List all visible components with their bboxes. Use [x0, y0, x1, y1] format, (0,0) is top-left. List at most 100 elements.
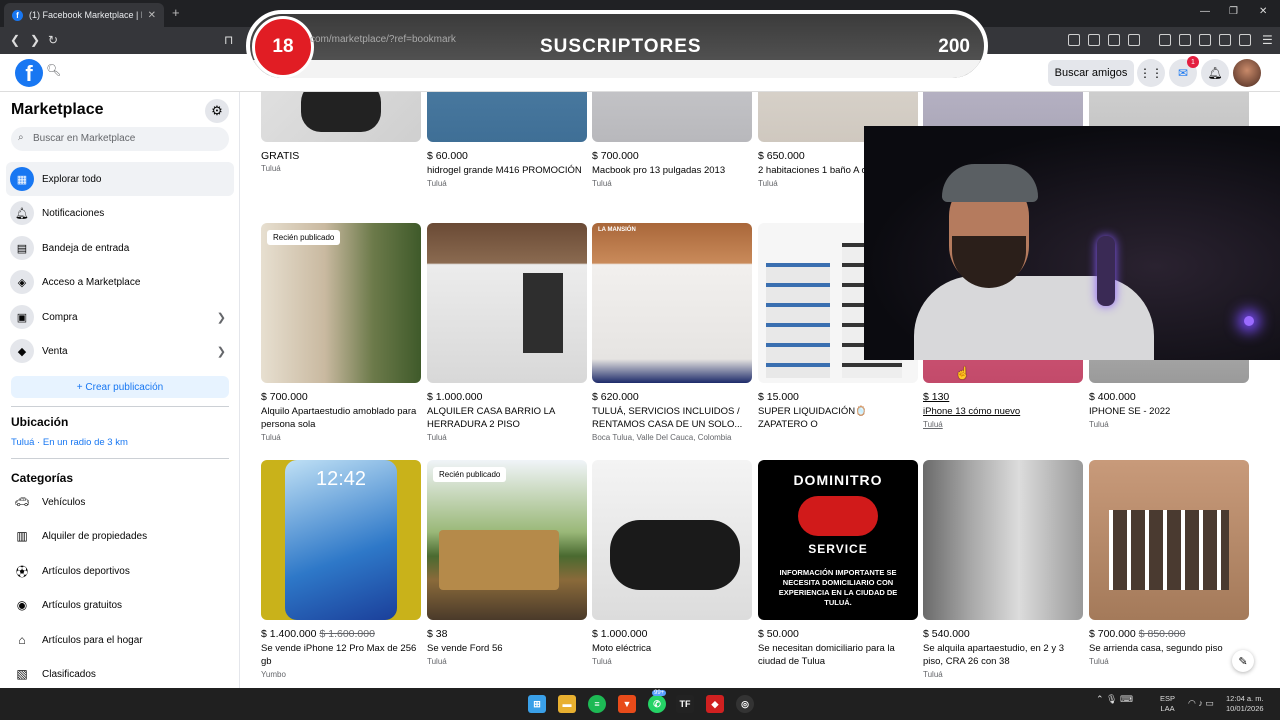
- bell-icon[interactable]: 🔔︎: [1201, 59, 1229, 87]
- listing-card[interactable]: $ 540.000 Se alquila apartaestudio, en 2…: [923, 460, 1083, 679]
- category-home[interactable]: ⌂ Artículos para el hogar: [6, 624, 234, 656]
- listing-title: SUPER LIQUIDACIÓN🪞 ZAPATERO O ORGANIZADO…: [758, 406, 867, 430]
- notice-text: INFORMACIÓN IMPORTANTE SE NECESITA DOMIC…: [778, 568, 898, 607]
- obs-icon[interactable]: ◎: [736, 695, 754, 713]
- wallet-icon[interactable]: [1199, 34, 1211, 46]
- back-icon[interactable]: ❮: [10, 33, 20, 47]
- divider: [11, 406, 229, 407]
- listing-card[interactable]: GRATIS Tuluá: [261, 92, 421, 173]
- search-icon[interactable]: 🔍︎: [46, 63, 66, 83]
- sports-icon: ⚽︎: [15, 564, 28, 579]
- download-icon[interactable]: [1159, 34, 1171, 46]
- extension-icon[interactable]: [1068, 34, 1080, 46]
- vpn-icon[interactable]: [1239, 34, 1251, 46]
- app-icon[interactable]: TF: [676, 695, 694, 713]
- webcam-person-cap: [942, 164, 1038, 202]
- sidebar-item-notifications[interactable]: 🔔︎ Notificaciones: [6, 196, 234, 230]
- system-tray-icons[interactable]: ⌃ 🎙︎ ⌨: [1096, 694, 1133, 705]
- listing-card[interactable]: Recién publicado $ 700.000 Alquilo Apart…: [261, 223, 421, 442]
- listing-title: TULUÁ, SERVICIOS INCLUIDOS / RENTAMOS CA…: [592, 406, 743, 430]
- listing-price: $ 700.000: [592, 150, 639, 162]
- listing-card[interactable]: $ 60.000 hidrogel grande M416 PROMOCIÓN …: [427, 92, 587, 188]
- leo-icon[interactable]: [1219, 34, 1231, 46]
- menu-grid-icon[interactable]: ⋮⋮: [1137, 59, 1165, 87]
- listing-image: [261, 92, 421, 142]
- sidebar-icon[interactable]: [1179, 34, 1191, 46]
- listing-location: Tuluá: [592, 179, 612, 188]
- listing-card[interactable]: $ 1.000.000 ALQUILER CASA BARRIO LA HERR…: [427, 223, 587, 442]
- listing-location: Tuluá: [261, 164, 281, 173]
- whatsapp-icon[interactable]: ✆: [648, 695, 666, 713]
- listing-price: $ 38: [427, 628, 448, 640]
- listing-card[interactable]: $ 700.000 Macbook pro 13 pulgadas 2013 T…: [592, 92, 752, 188]
- close-window-icon[interactable]: ✕: [1259, 6, 1267, 17]
- sidebar-item-explore[interactable]: ▦ Explorar todo: [6, 162, 234, 196]
- create-listing-button[interactable]: + Crear publicación: [11, 376, 229, 398]
- subscriber-title: SUSCRIPTORES: [540, 36, 702, 57]
- bag-icon: ▣: [10, 305, 34, 329]
- listing-card[interactable]: $ 1.000.000 Moto eléctrica Tuluá: [592, 460, 752, 666]
- clock-date: 10/01/2026: [1226, 704, 1264, 713]
- wifi-icon[interactable]: ◠ ♪ ▭: [1188, 698, 1214, 709]
- screenshot-icon[interactable]: [1128, 34, 1140, 46]
- sidebar-item-label: Compra: [42, 311, 78, 323]
- shield-icon[interactable]: [1088, 34, 1100, 46]
- start-icon[interactable]: ⊞: [528, 695, 546, 713]
- listing-image: [923, 460, 1083, 620]
- sidebar-item-buy[interactable]: ▣ Compra ❯: [6, 300, 234, 334]
- tab-title: (1) Facebook Marketplace | Faceb: [29, 10, 142, 20]
- facebook-logo-icon[interactable]: f: [15, 59, 43, 87]
- listing-location: Tuluá: [1089, 657, 1109, 666]
- category-free[interactable]: ◉ Artículos gratuitos: [6, 589, 234, 621]
- brave-icon[interactable]: ▼: [618, 695, 636, 713]
- divider: [11, 458, 229, 459]
- file-explorer-icon[interactable]: ▬: [558, 695, 576, 713]
- listing-image: LA MANSIÓN: [592, 223, 752, 383]
- maximize-icon[interactable]: ❐: [1229, 6, 1238, 17]
- close-tab-icon[interactable]: ✕: [148, 10, 156, 21]
- gear-icon[interactable]: ⚙: [205, 99, 229, 123]
- classifieds-icon: ▧: [16, 667, 28, 681]
- listing-card[interactable]: DOMINITRO SERVICE INFORMACIÓN IMPORTANTE…: [758, 460, 918, 668]
- compose-icon[interactable]: ✎: [1232, 650, 1254, 672]
- location-link[interactable]: Tuluá · En un radio de 3 km: [11, 437, 128, 448]
- browser-tab[interactable]: f (1) Facebook Marketplace | Faceb ✕: [4, 3, 164, 27]
- bookmark-icon[interactable]: ⊓: [224, 33, 233, 47]
- overlay-strip: [250, 60, 984, 78]
- forward-icon[interactable]: ❯: [30, 33, 40, 47]
- category-sports[interactable]: ⚽︎ Artículos deportivos: [6, 555, 234, 587]
- listing-title: Macbook pro 13 pulgadas 2013: [592, 165, 726, 176]
- menu-icon[interactable]: ☰: [1262, 33, 1273, 47]
- category-label: Vehículos: [42, 496, 86, 508]
- listing-title: Moto eléctrica: [592, 643, 652, 654]
- listing-location: Tuluá: [592, 657, 612, 666]
- clock[interactable]: 12:04 a. m. 10/01/2026: [1226, 694, 1264, 714]
- listing-price: $ 700.000: [261, 391, 308, 403]
- sidebar-item-sell[interactable]: ◆ Venta ❯: [6, 334, 234, 368]
- sidebar-item-label: Venta: [42, 345, 68, 357]
- listing-card[interactable]: Recién publicado $ 38 Se vende Ford 56 T…: [427, 460, 587, 666]
- minimize-icon[interactable]: —: [1200, 6, 1210, 17]
- listing-price: $ 50.000: [758, 628, 799, 640]
- new-listing-badge: Recién publicado: [267, 230, 341, 245]
- category-rentals[interactable]: ▥ Alquiler de propiedades: [6, 520, 234, 552]
- sidebar-item-access[interactable]: ◈ Acceso a Marketplace: [6, 265, 234, 299]
- category-vehicles[interactable]: 🚗︎ Vehículos: [6, 486, 234, 518]
- search-input[interactable]: ⌕ Buscar en Marketplace: [11, 127, 229, 151]
- spotify-icon[interactable]: ≡: [588, 695, 606, 713]
- category-classifieds[interactable]: ▧ Clasificados: [6, 658, 234, 688]
- avatar[interactable]: [1233, 59, 1261, 87]
- reload-icon[interactable]: ↻: [48, 33, 58, 47]
- free-tag-icon: ◉: [16, 598, 28, 612]
- puzzle-icon[interactable]: [1108, 34, 1120, 46]
- language-indicator[interactable]: ESP LAA: [1160, 694, 1175, 714]
- new-tab-button[interactable]: +: [172, 5, 180, 20]
- sidebar-item-inbox[interactable]: ▤ Bandeja de entrada: [6, 231, 234, 265]
- app-red-icon[interactable]: ◆: [706, 695, 724, 713]
- find-friends-button[interactable]: Buscar amigos: [1048, 60, 1134, 86]
- listing-card[interactable]: LA MANSIÓN $ 620.000 TULUÁ, SERVICIOS IN…: [592, 223, 752, 442]
- listing-card[interactable]: $ 700.000 $ 850.000 Se arrienda casa, seg…: [1089, 460, 1249, 666]
- listing-card[interactable]: 12:42 $ 1.400.000 $ 1.600.000 Se vende iP…: [261, 460, 421, 679]
- listing-location: Tuluá: [923, 670, 943, 679]
- webcam-person-shirt: [914, 276, 1154, 360]
